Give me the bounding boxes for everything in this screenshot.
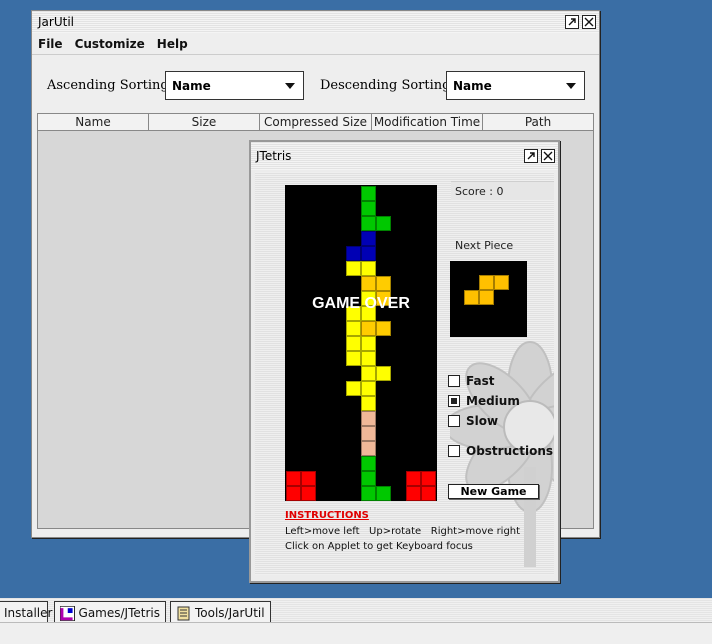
slow-option[interactable]: Slow — [448, 414, 498, 428]
board-cell — [346, 246, 361, 261]
board-cell — [361, 231, 376, 246]
board-cell — [421, 486, 436, 501]
bottom-strip — [0, 622, 712, 644]
jarutil-titlebar[interactable]: JarUtil — [32, 11, 599, 33]
descending-sort-value: Name — [453, 78, 492, 93]
board-cell — [361, 441, 376, 456]
board-cell — [361, 396, 376, 411]
board-cell — [346, 261, 361, 276]
descending-sort-label: Descending Sorting — [320, 78, 451, 93]
game-over-text: GAME OVER — [312, 295, 410, 312]
board-cell — [346, 351, 361, 366]
column-compressed-size[interactable]: Compressed Size — [260, 114, 372, 130]
close-icon[interactable] — [541, 149, 555, 163]
column-name[interactable]: Name — [38, 114, 149, 130]
board-cell — [361, 366, 376, 381]
board-cell — [361, 186, 376, 201]
column-modification-time[interactable]: Modification Time — [372, 114, 483, 130]
board-cell — [361, 351, 376, 366]
board-cell — [376, 276, 391, 291]
ascending-sort-label: Ascending Sorting — [47, 78, 169, 93]
taskbar-jarutil-label: Tools/JarUtil — [195, 606, 265, 620]
jtetris-applet[interactable]: GAME OVER Score : 0 Next Piece Fast Medi… — [255, 172, 554, 575]
maximize-icon[interactable] — [524, 149, 538, 163]
medium-option[interactable]: Medium — [448, 394, 520, 408]
board-cell — [376, 321, 391, 336]
board-cell — [361, 216, 376, 231]
board-cell — [346, 381, 361, 396]
instructions-focus: Click on Applet to get Keyboard focus — [285, 541, 473, 552]
board-cell — [376, 366, 391, 381]
board-cell — [361, 246, 376, 261]
slow-checkbox[interactable] — [448, 415, 460, 427]
board-cell — [301, 471, 316, 486]
instructions-title: INSTRUCTIONS — [285, 510, 369, 521]
obstructions-option[interactable]: Obstructions — [448, 444, 553, 458]
next-piece-label: Next Piece — [455, 239, 514, 252]
new-game-button[interactable]: New Game — [448, 484, 539, 499]
score-display: Score : 0 — [451, 181, 554, 200]
tetris-app-icon — [60, 605, 75, 621]
obstructions-checkbox[interactable] — [448, 445, 460, 457]
board-cell — [361, 336, 376, 351]
menu-customize[interactable]: Customize — [69, 37, 151, 51]
board-cell — [406, 471, 421, 486]
ascending-sort-value: Name — [172, 78, 211, 93]
medium-label: Medium — [466, 394, 520, 408]
sorting-row: Ascending Sorting Name Descending Sortin… — [32, 71, 599, 101]
chevron-down-icon — [566, 83, 576, 89]
medium-checkbox[interactable] — [448, 395, 460, 407]
taskbar-installer-label: Installer — [4, 606, 53, 620]
taskbar-jtetris-label: Games/JTetris — [78, 606, 160, 620]
column-path[interactable]: Path — [483, 114, 593, 130]
fast-checkbox[interactable] — [448, 375, 460, 387]
next-piece-cell — [464, 290, 479, 305]
jarutil-menubar: File Customize Help — [32, 33, 599, 55]
next-piece-cell — [479, 290, 494, 305]
next-piece-preview — [450, 261, 527, 337]
obstructions-label: Obstructions — [466, 444, 554, 458]
slow-label: Slow — [466, 414, 499, 428]
board-cell — [346, 336, 361, 351]
jtetris-titlebar[interactable]: JTetris — [251, 142, 558, 170]
board-cell — [361, 276, 376, 291]
board-cell — [421, 471, 436, 486]
board-cell — [361, 321, 376, 336]
chevron-down-icon — [285, 83, 295, 89]
board-cell — [361, 411, 376, 426]
board-cell — [361, 381, 376, 396]
close-icon[interactable] — [582, 15, 596, 29]
board-cell — [346, 321, 361, 336]
jarutil-title: JarUtil — [38, 15, 74, 29]
fast-label: Fast — [466, 374, 495, 388]
board-cell — [361, 486, 376, 501]
fast-option[interactable]: Fast — [448, 374, 494, 388]
jtetris-window: JTetris GAME OVER Score: 0 Next Piece F… — [249, 140, 560, 583]
next-piece-cell — [494, 275, 509, 290]
board-cell — [361, 456, 376, 471]
ascending-sort-select[interactable]: Name — [165, 71, 304, 100]
board-cell — [301, 486, 316, 501]
board-cell — [286, 471, 301, 486]
board-cell — [361, 261, 376, 276]
menu-help[interactable]: Help — [151, 37, 194, 51]
board-cell — [376, 486, 391, 501]
maximize-icon[interactable] — [565, 15, 579, 29]
board-cell — [361, 471, 376, 486]
jar-app-icon — [177, 606, 190, 620]
board-cell — [361, 201, 376, 216]
menu-file[interactable]: File — [32, 37, 69, 51]
board-cell — [376, 216, 391, 231]
jtetris-title: JTetris — [256, 149, 292, 163]
instructions-keys: Left>move left Up>rotate Right>move righ… — [285, 526, 521, 537]
board-cell — [361, 426, 376, 441]
board-cell — [286, 486, 301, 501]
next-piece-cell — [479, 275, 494, 290]
table-header: Name Size Compressed Size Modification T… — [37, 113, 594, 131]
tetris-board[interactable]: GAME OVER — [285, 185, 437, 501]
descending-sort-select[interactable]: Name — [446, 71, 585, 100]
board-cell — [406, 486, 421, 501]
column-size[interactable]: Size — [149, 114, 260, 130]
